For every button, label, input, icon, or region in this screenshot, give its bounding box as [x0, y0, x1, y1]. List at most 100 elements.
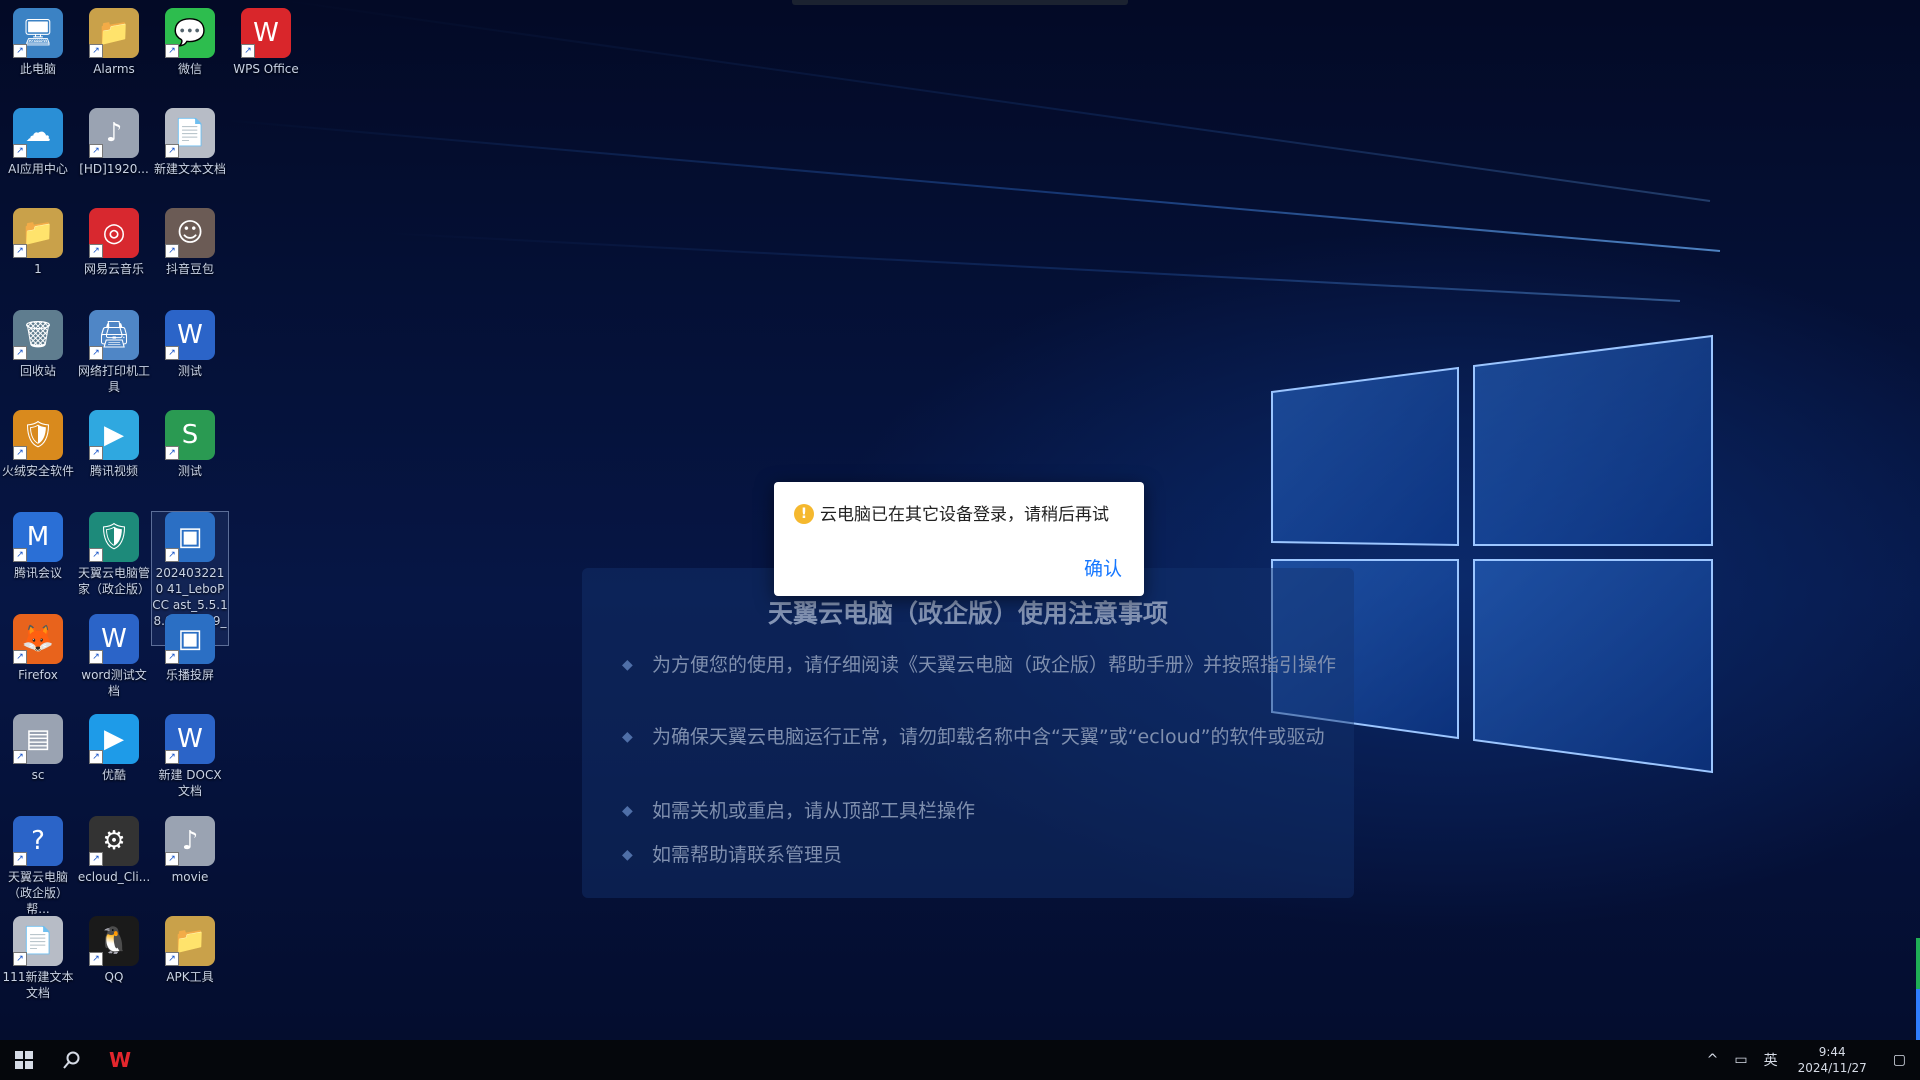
desktop-icon[interactable]: 📁 ↗ APK工具 [152, 916, 228, 985]
desktop-icon-label: Alarms [93, 62, 135, 76]
desktop-icon-label: 1 [34, 262, 42, 276]
shortcut-arrow-icon: ↗ [89, 952, 103, 966]
clock-time: 9:44 [1818, 1045, 1846, 1059]
tianyi-manager-icon: 🛡 ↗ [89, 512, 139, 562]
desktop-icon[interactable]: ▶ ↗ 腾讯视频 [76, 410, 152, 479]
desktop-icon[interactable]: ▶ ↗ 优酷 [76, 714, 152, 783]
tencent-video-icon: ▶ ↗ [89, 410, 139, 460]
desktop-icon-label: 新建文本文档 [153, 162, 226, 176]
desktop-icon[interactable]: ◎ ↗ 网易云音乐 [76, 208, 152, 277]
shortcut-arrow-icon: ↗ [89, 852, 103, 866]
top-toolbar-handle[interactable] [792, 0, 1128, 5]
dialog-message: 云电脑已在其它设备登录，请稍后再试 [820, 505, 1109, 525]
desktop-icon[interactable]: ? ↗ 天翼云电脑（政企版）帮... [0, 816, 76, 917]
diamond-bullet-icon: ◆ [622, 803, 633, 819]
ai-center-icon: ☁ ↗ [13, 108, 63, 158]
desktop-icon[interactable]: 🖨 ↗ 网络打印机工具 [76, 310, 152, 395]
help-manual-icon: ? ↗ [13, 816, 63, 866]
network-icon[interactable]: ▭ [1726, 1052, 1755, 1068]
search-button[interactable] [48, 1040, 96, 1080]
shortcut-arrow-icon: ↗ [165, 244, 179, 258]
desktop-icon[interactable]: S ↗ 测试 [152, 410, 228, 479]
desktop-icon[interactable]: 🛡 ↗ 火绒安全软件 [0, 410, 76, 479]
clock-date: 2024/11/27 [1797, 1061, 1867, 1075]
desktop-icon[interactable]: 📁 ↗ 1 [0, 208, 76, 277]
input-method-indicator[interactable]: 英 [1756, 1050, 1786, 1070]
shortcut-arrow-icon: ↗ [165, 650, 179, 664]
desktop-icon-label: 乐播投屏 [165, 668, 214, 682]
notice-item: ◆ 如需帮助请联系管理员 [622, 840, 1342, 870]
desktop-icon[interactable]: 📄 ↗ 111新建文本文档 [0, 916, 76, 1001]
desktop-icon[interactable]: ▣ ↗ 乐播投屏 [152, 614, 228, 683]
show-hidden-icons-chevron-up-icon[interactable]: ^ [1699, 1052, 1727, 1068]
shortcut-arrow-icon: ↗ [13, 750, 27, 764]
desktop-icon[interactable]: 🐧 ↗ QQ [76, 916, 152, 985]
shortcut-arrow-icon: ↗ [13, 548, 27, 562]
desktop-icon[interactable]: 🦊 ↗ Firefox [0, 614, 76, 683]
search-icon [63, 1051, 80, 1069]
desktop-icon-label: Firefox [18, 668, 58, 682]
desktop-icon-label: AI应用中心 [8, 162, 68, 176]
desktop-icon[interactable]: 🛡 ↗ 天翼云电脑管家（政企版） [76, 512, 152, 597]
shortcut-arrow-icon: ↗ [165, 852, 179, 866]
start-button[interactable] [0, 1040, 48, 1080]
desktop-icon[interactable]: ♪ ↗ movie [152, 816, 228, 885]
desktop-icon-label: sc [31, 768, 45, 782]
desktop-icon-label: movie [171, 870, 209, 884]
desktop-icon-label: QQ [104, 970, 124, 984]
desktop-icon-label: 天翼云电脑管家（政企版） [77, 566, 150, 596]
shortcut-arrow-icon: ↗ [13, 446, 27, 460]
desktop-icon-label: 抖音豆包 [165, 262, 214, 276]
desktop-icon[interactable]: ▤ ↗ sc [0, 714, 76, 783]
desktop-icon-label: 天翼云电脑（政企版）帮... [7, 870, 68, 916]
shortcut-arrow-icon: ↗ [13, 650, 27, 664]
computer-icon: 🖥 ↗ [13, 8, 63, 58]
desktop-icon[interactable]: W ↗ 新建 DOCX 文档 [152, 714, 228, 799]
taskbar-wps-button[interactable]: W [96, 1040, 144, 1080]
desktop-icon-label: 腾讯视频 [89, 464, 138, 478]
shortcut-arrow-icon: ↗ [165, 144, 179, 158]
desktop-icon-label: APK工具 [166, 970, 214, 984]
notification-center-icon[interactable]: ▢ [1879, 1052, 1920, 1068]
wps-icon: W [108, 1048, 132, 1072]
shortcut-arrow-icon: ↗ [13, 346, 27, 360]
desktop-icon[interactable]: M ↗ 腾讯会议 [0, 512, 76, 581]
desktop-icon[interactable]: ⚙ ↗ ecloud_Cli... [76, 816, 152, 885]
notice-item-text: 为方便您的使用，请仔细阅读《天翼云电脑（政企版）帮助手册》并按照指引操作 [652, 654, 1337, 676]
desktop-icon[interactable]: W ↗ word测试文档 [76, 614, 152, 699]
taskbar-clock[interactable]: 9:44 2024/11/27 [1786, 1044, 1879, 1076]
tencent-meeting-icon: M ↗ [13, 512, 63, 562]
desktop-icon[interactable]: 📄 ↗ 新建文本文档 [152, 108, 228, 177]
desktop-icon[interactable]: ☁ ↗ AI应用中心 [0, 108, 76, 177]
desktop-icon[interactable]: 🗑 ↗ 回收站 [0, 310, 76, 379]
taskbar: W ^ ▭ 英 9:44 2024/11/27 ▢ [0, 1040, 1920, 1080]
desktop-icon[interactable]: ☺ ↗ 抖音豆包 [152, 208, 228, 277]
notice-item: ◆ 为确保天翼云电脑运行正常，请勿卸载名称中含“天翼”或“ecloud”的软件或… [622, 722, 1342, 752]
desktop-icon-label: 网易云音乐 [83, 262, 144, 276]
desktop-icon-label: 测试 [177, 364, 202, 378]
desktop-icon-label: 网络打印机工具 [77, 364, 150, 394]
desktop-icon[interactable]: 🖥 ↗ 此电脑 [0, 8, 76, 77]
notice-title: 天翼云电脑（政企版）使用注意事项 [767, 599, 1168, 628]
netease-music-icon: ◎ ↗ [89, 208, 139, 258]
warning-icon: ! [794, 504, 814, 524]
desktop-icon[interactable]: ♪ ↗ [HD]1920... [76, 108, 152, 177]
system-tray: ^ ▭ 英 9:44 2024/11/27 ▢ [1699, 1040, 1920, 1080]
printer-icon: 🖨 ↗ [89, 310, 139, 360]
desktop-icon[interactable]: 📁 ↗ Alarms [76, 8, 152, 77]
youku-icon: ▶ ↗ [89, 714, 139, 764]
desktop-icon-label: 新建 DOCX 文档 [158, 768, 222, 798]
shortcut-arrow-icon: ↗ [89, 44, 103, 58]
desktop-icon[interactable]: W ↗ WPS Office [228, 8, 304, 77]
text-file-icon: 📄 ↗ [13, 916, 63, 966]
confirm-button[interactable]: 确认 [1084, 554, 1122, 581]
shortcut-arrow-icon: ↗ [165, 548, 179, 562]
shortcut-arrow-icon: ↗ [89, 446, 103, 460]
notice-item: ◆ 如需关机或重启，请从顶部工具栏操作 [622, 796, 1342, 826]
huorong-icon: 🛡 ↗ [13, 410, 63, 460]
lebo-cast-icon: ▣ ↗ [165, 614, 215, 664]
desktop-icon[interactable]: W ↗ 测试 [152, 310, 228, 379]
desktop-icon-label: 111新建文本文档 [2, 970, 74, 1000]
desktop-icon[interactable]: 💬 ↗ 微信 [152, 8, 228, 77]
gear-icon: ⚙ ↗ [89, 816, 139, 866]
